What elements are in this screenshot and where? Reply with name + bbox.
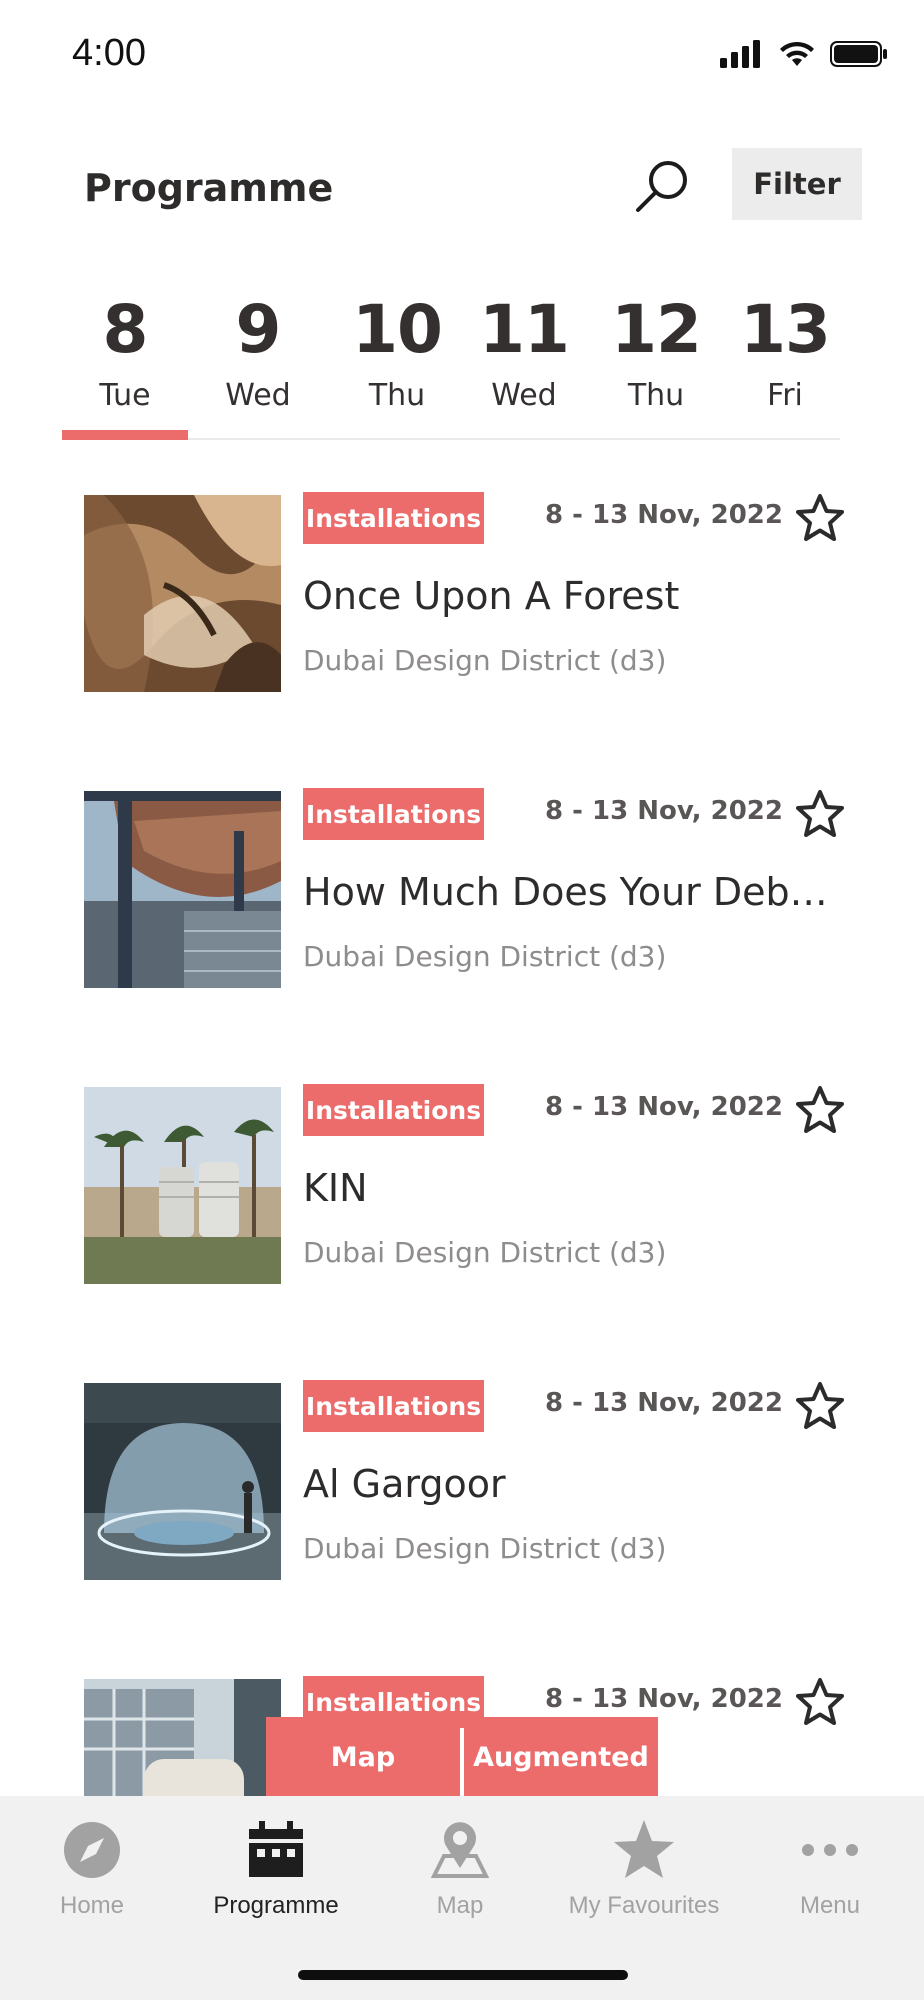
date-weekday: Fri — [767, 378, 803, 413]
tab-label: Map — [436, 1892, 484, 1919]
battery-icon — [830, 41, 887, 67]
date-tab-13[interactable]: 13 Fri — [730, 288, 840, 438]
favourite-button[interactable] — [792, 1082, 848, 1138]
date-weekday: Tue — [99, 378, 151, 413]
event-thumbnail — [84, 495, 281, 692]
date-number: 12 — [611, 291, 702, 368]
status-time: 4:00 — [72, 32, 146, 74]
event-venue: Dubai Design District (d3) — [303, 1532, 667, 1565]
date-number: 9 — [235, 291, 282, 368]
tab-map[interactable]: Map — [368, 1814, 552, 1934]
category-tag: Installations — [303, 1380, 484, 1432]
augmented-button[interactable]: Augmented — [464, 1717, 658, 1797]
event-venue: Dubai Design District (d3) — [303, 1236, 667, 1269]
home-indicator[interactable] — [298, 1970, 628, 1980]
status-bar: 4:00 — [0, 0, 924, 112]
status-icons — [720, 40, 888, 68]
tab-my-favourites[interactable]: My Favourites — [552, 1814, 736, 1934]
event-item[interactable]: Installations 8 - 13 Nov, 2022 KIN Dubai… — [0, 1082, 924, 1284]
favourite-button[interactable] — [792, 1378, 848, 1434]
event-thumbnail — [84, 1383, 281, 1580]
tab-home[interactable]: Home — [0, 1814, 184, 1934]
event-title: KIN — [303, 1166, 368, 1210]
date-tab-12[interactable]: 12 Thu — [582, 288, 730, 438]
event-date: 8 - 13 Nov, 2022 — [545, 1092, 783, 1122]
tab-label: My Favourites — [568, 1892, 720, 1919]
event-venue: Dubai Design District (d3) — [303, 940, 667, 973]
event-date: 8 - 13 Nov, 2022 — [545, 796, 783, 826]
date-tab-9[interactable]: 9 Wed — [188, 288, 328, 438]
event-date: 8 - 13 Nov, 2022 — [545, 1388, 783, 1418]
search-button[interactable] — [626, 150, 698, 222]
star-filled-icon — [614, 1820, 674, 1878]
event-title: Al Gargoor — [303, 1462, 506, 1506]
map-button[interactable]: Map — [266, 1717, 460, 1797]
category-tag: Installations — [303, 788, 484, 840]
search-icon — [636, 161, 687, 212]
event-date: 8 - 13 Nov, 2022 — [545, 500, 783, 530]
date-number: 11 — [479, 291, 570, 368]
tab-label: Menu — [799, 1892, 861, 1919]
tab-label: Home — [59, 1892, 125, 1919]
date-tabs: 8 Tue 9 Wed 10 Thu 11 Wed 12 Thu 13 Fri — [62, 288, 840, 440]
event-list: Installations 8 - 13 Nov, 2022 Once Upon… — [0, 488, 924, 1798]
floating-action-buttons: Map Augmented — [266, 1717, 658, 1797]
date-weekday: Wed — [225, 378, 291, 413]
tab-menu[interactable]: Menu — [738, 1814, 922, 1934]
calendar-icon — [249, 1821, 303, 1877]
filter-button[interactable]: Filter — [732, 148, 862, 220]
event-item[interactable]: Installations 8 - 13 Nov, 2022 Al Gargoo… — [0, 1378, 924, 1580]
page-header: Programme Filter — [0, 140, 924, 240]
event-title: Once Upon A Forest — [303, 574, 680, 618]
star-outline-icon — [796, 494, 844, 541]
signal-icon — [720, 40, 760, 68]
star-outline-icon — [796, 1086, 844, 1133]
category-tag: Installations — [303, 492, 484, 544]
date-tab-10[interactable]: 10 Thu — [328, 288, 466, 438]
event-date: 8 - 13 Nov, 2022 — [545, 1684, 783, 1714]
map-pin-icon — [430, 1822, 490, 1878]
date-weekday: Thu — [368, 378, 426, 413]
event-item[interactable]: Installations 8 - 13 Nov, 2022 How Much … — [0, 786, 924, 988]
star-outline-icon — [796, 1382, 844, 1429]
category-tag: Installations — [303, 1084, 484, 1136]
more-dots-icon — [802, 1844, 858, 1856]
compass-icon — [64, 1822, 120, 1878]
event-venue: Dubai Design District (d3) — [303, 644, 667, 677]
favourite-button[interactable] — [792, 786, 848, 842]
date-number: 10 — [352, 291, 443, 368]
date-weekday: Thu — [627, 378, 685, 413]
wifi-icon — [780, 41, 814, 66]
page-title: Programme — [84, 166, 334, 210]
date-number: 13 — [740, 291, 831, 368]
star-outline-icon — [796, 1678, 844, 1725]
tab-programme[interactable]: Programme — [184, 1814, 368, 1934]
date-tab-8[interactable]: 8 Tue — [62, 288, 188, 440]
event-item[interactable]: Installations 8 - 13 Nov, 2022 Once Upon… — [0, 490, 924, 692]
event-thumbnail — [84, 791, 281, 988]
date-tab-11[interactable]: 11 Wed — [466, 288, 582, 438]
favourite-button[interactable] — [792, 490, 848, 546]
tab-label: Programme — [213, 1892, 339, 1919]
date-number: 8 — [102, 291, 149, 368]
event-title: How Much Does Your Debri... — [303, 870, 843, 914]
star-outline-icon — [796, 790, 844, 837]
event-thumbnail — [84, 1087, 281, 1284]
date-weekday: Wed — [491, 378, 557, 413]
favourite-button[interactable] — [792, 1674, 848, 1730]
event-thumbnail — [84, 1679, 281, 1798]
